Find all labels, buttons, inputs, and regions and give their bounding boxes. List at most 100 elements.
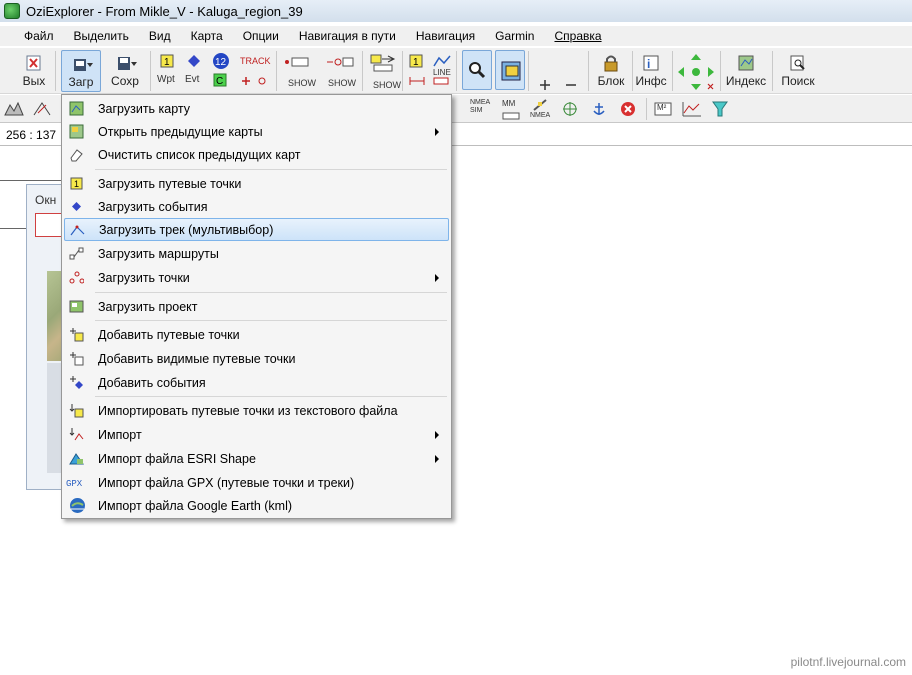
- toolbar-separator: [588, 51, 589, 91]
- block-label: Блок: [597, 74, 625, 88]
- menu-item-add-waypoints[interactable]: Добавить путевые точки: [64, 323, 449, 346]
- menu-item-load-map[interactable]: Загрузить карту: [64, 97, 449, 120]
- index-icon: [737, 54, 755, 72]
- menu-item-load-track[interactable]: Загрузить трек (мультивыбор): [64, 218, 449, 241]
- menu-item-label: Добавить путевые точки: [98, 327, 240, 342]
- event-icon[interactable]: [187, 54, 201, 68]
- save-label: Сохр: [111, 74, 139, 88]
- menu-item-load-routes[interactable]: Загрузить маршруты: [64, 242, 449, 265]
- load-label: Загр: [68, 75, 94, 89]
- svg-text:GPX: GPX: [66, 479, 83, 489]
- menu-item-open-recent-maps[interactable]: Открыть предыдущие карты: [64, 120, 449, 143]
- watermark: pilotnf.livejournal.com: [790, 655, 906, 669]
- menu-item-add-visible-waypoints[interactable]: Добавить видимые путевые точки: [64, 347, 449, 370]
- distance-red-icon[interactable]: [433, 75, 449, 89]
- info-button[interactable]: i Инфс: [634, 50, 668, 90]
- save-button[interactable]: Сохр: [106, 50, 144, 92]
- menu-item-load-waypoints[interactable]: 1 Загрузить путевые точки: [64, 172, 449, 195]
- show-label-2[interactable]: SHOW: [328, 78, 356, 88]
- waypoint-icon[interactable]: 1: [160, 54, 174, 68]
- evt-label[interactable]: Evt: [185, 74, 199, 85]
- toolbar-separator: [402, 51, 403, 91]
- window-title: OziExplorer - From Mikle_V - Kaluga_regi…: [26, 3, 303, 19]
- exit-button[interactable]: Вых: [20, 50, 48, 90]
- toolbar-separator: [672, 51, 673, 91]
- wpt-label[interactable]: Wpt: [157, 74, 175, 85]
- mm-label[interactable]: MM: [502, 99, 515, 108]
- menu-item-import[interactable]: Импорт: [64, 423, 449, 446]
- block-button[interactable]: Блок: [594, 50, 628, 90]
- show-label-1[interactable]: SHOW: [288, 78, 316, 88]
- map-window-button[interactable]: [495, 50, 525, 90]
- map-settings-icon[interactable]: [32, 101, 52, 117]
- menu-item-label: Импорт файла Google Earth (kml): [98, 498, 293, 513]
- pan-arrows-icon[interactable]: [676, 52, 716, 92]
- waypoint-list-icon[interactable]: 1: [409, 54, 423, 68]
- menu-item-load-project[interactable]: Загрузить проект: [64, 295, 449, 318]
- toolbar-separator: [632, 51, 633, 91]
- menu-item-import-text-waypoints[interactable]: Импортировать путевые точки из текстовог…: [64, 399, 449, 422]
- nmea-label[interactable]: NMEA: [530, 112, 550, 119]
- toolbar-separator: [456, 51, 457, 91]
- menu-item-import-gpx[interactable]: GPX Импорт файла GPX (путевые точки и тр…: [64, 471, 449, 494]
- add-point-icon[interactable]: [240, 74, 266, 88]
- menu-item-label: Импорт файла GPX (путевые точки и треки): [98, 475, 355, 490]
- map-tools-icon[interactable]: [4, 101, 24, 117]
- search-button[interactable]: Поиск: [778, 50, 818, 90]
- show-label-3[interactable]: SHOW: [373, 80, 401, 90]
- import-text-icon: [69, 403, 84, 418]
- show-waypoints-icon[interactable]: [284, 56, 310, 70]
- distance-icon[interactable]: [409, 75, 425, 89]
- menu-file[interactable]: Файл: [14, 26, 64, 46]
- toolbar-separator: [55, 51, 56, 91]
- zoom-out-icon[interactable]: [564, 78, 578, 92]
- route-show-icon[interactable]: [370, 54, 396, 72]
- load-button[interactable]: Загр: [61, 50, 101, 92]
- area-label: M²: [657, 103, 667, 112]
- map-window-icon: [501, 61, 521, 81]
- menu-garmin[interactable]: Garmin: [485, 26, 544, 46]
- menu-item-import-google-earth[interactable]: Импорт файла Google Earth (kml): [64, 494, 449, 517]
- menu-help[interactable]: Справка: [544, 26, 611, 46]
- menu-select[interactable]: Выделить: [64, 26, 139, 46]
- menu-options[interactable]: Опции: [233, 26, 289, 46]
- load-dropdown-menu: Загрузить карту Открыть предыдущие карты…: [61, 94, 452, 519]
- alarm-icon[interactable]: [620, 101, 636, 117]
- menu-item-load-points[interactable]: Загрузить точки: [64, 266, 449, 289]
- svg-text:1: 1: [413, 57, 419, 68]
- menu-item-clear-recent-maps[interactable]: Очистить список предыдущих карт: [64, 143, 449, 166]
- menu-item-label: Добавить события: [98, 375, 206, 390]
- add-visible-waypoint-icon: [69, 351, 84, 366]
- track-label[interactable]: TRACK: [240, 56, 271, 66]
- nmea-sim-label[interactable]: NMEA SIM: [470, 99, 492, 115]
- menu-item-load-events[interactable]: Загрузить события: [64, 195, 449, 218]
- show-tracks-icon[interactable]: [325, 56, 355, 70]
- filter-icon[interactable]: [712, 100, 728, 118]
- index-button[interactable]: Индекс: [724, 50, 768, 90]
- menu-item-import-esri-shape[interactable]: Импорт файла ESRI Shape: [64, 447, 449, 470]
- toolbar-separator: [150, 51, 151, 91]
- menu-item-add-events[interactable]: Добавить события: [64, 371, 449, 394]
- satellite-icon[interactable]: [532, 98, 548, 112]
- google-earth-icon: [69, 497, 86, 514]
- anchor-icon[interactable]: [591, 101, 607, 117]
- c-green-icon[interactable]: C: [213, 73, 227, 87]
- menu-item-label: Добавить видимые путевые точки: [98, 351, 296, 366]
- menu-separator: [95, 320, 447, 321]
- menu-item-label: Импорт файла ESRI Shape: [98, 451, 256, 466]
- line-icon[interactable]: [433, 54, 451, 68]
- save-disk-icon: [116, 54, 137, 72]
- project-icon: [69, 299, 84, 314]
- menu-bar: Файл Выделить Вид Карта Опции Навигация …: [0, 26, 912, 46]
- zoom-in-icon[interactable]: [538, 78, 552, 92]
- menu-view[interactable]: Вид: [139, 26, 181, 46]
- magnifier-icon: [468, 61, 486, 79]
- crosshair-icon[interactable]: [562, 101, 578, 117]
- route-number-icon[interactable]: 12: [212, 52, 230, 70]
- menu-navigation[interactable]: Навигация: [406, 26, 485, 46]
- eraser-icon: [69, 147, 84, 162]
- profile-chart-icon[interactable]: [682, 101, 702, 117]
- menu-map[interactable]: Карта: [181, 26, 233, 46]
- menu-moving-map[interactable]: Навигация в пути: [289, 26, 406, 46]
- magnifier-button[interactable]: [462, 50, 492, 90]
